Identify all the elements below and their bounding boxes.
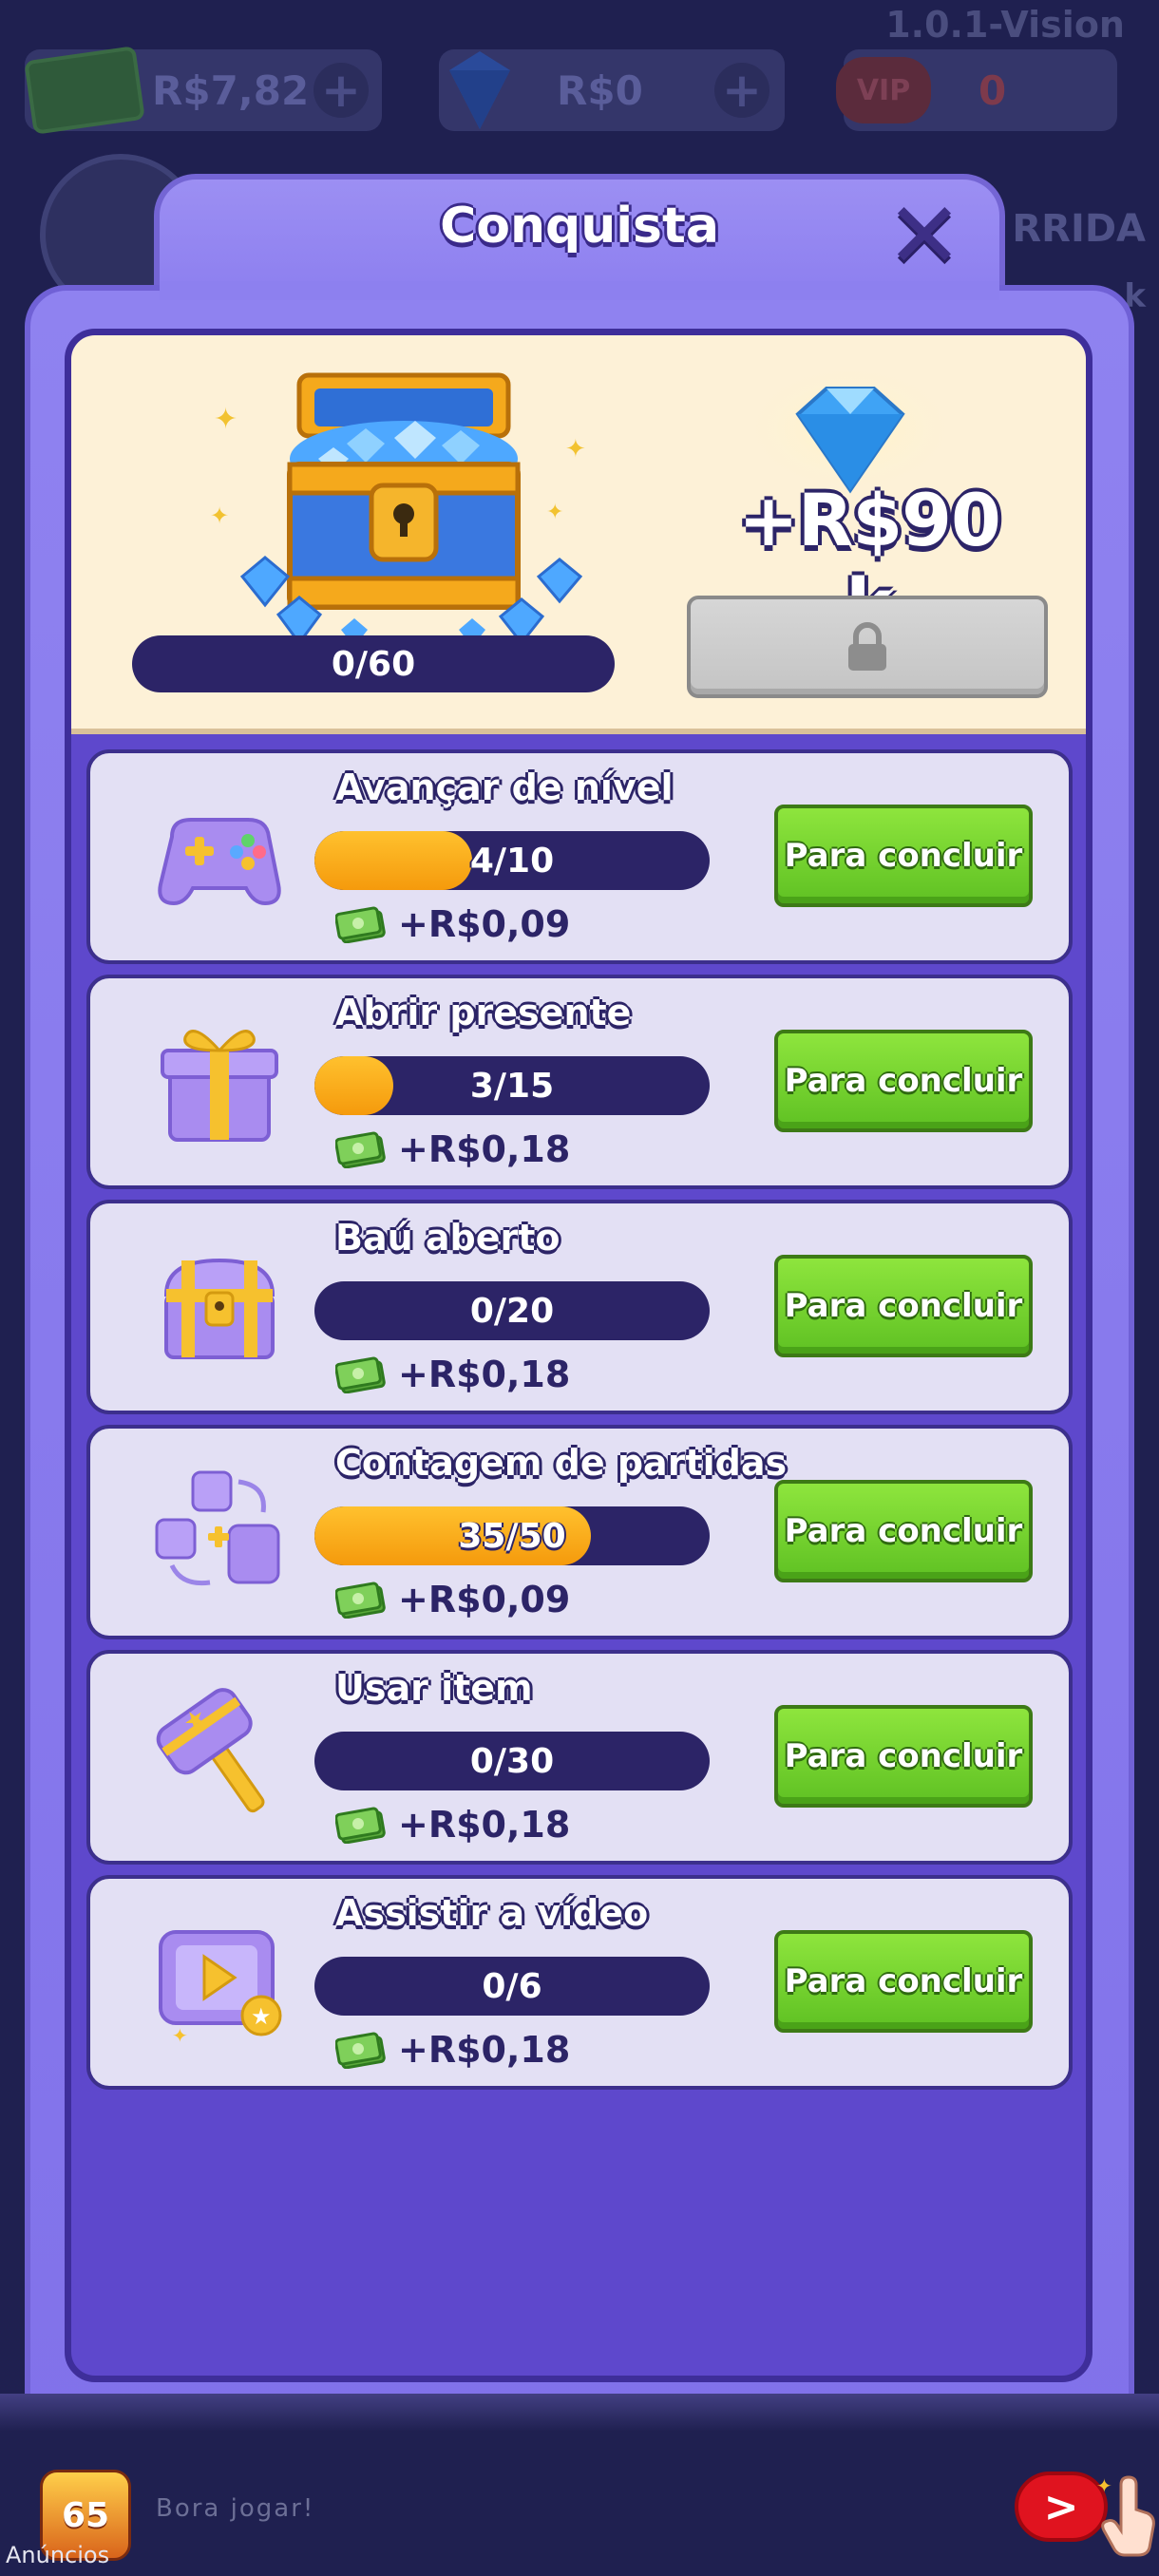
cash-balance-value: R$7,82	[152, 66, 310, 114]
pointer-hand-icon: ✦	[1096, 2474, 1155, 2557]
cash-icon	[335, 906, 386, 943]
milestone-reward-section: ✦ ✦ ✦ ✦ 0/60 +R$90	[71, 335, 1086, 734]
task-reward: +R$0,18	[335, 1800, 570, 1849]
task-card: ★ Usar item 0/30 +R$0,18 Para concluir	[86, 1650, 1073, 1865]
gem-balance-value: R$0	[557, 66, 643, 114]
vip-badge-icon: VIP	[836, 57, 931, 123]
svg-text:★: ★	[251, 2003, 272, 2030]
complete-task-button[interactable]: Para concluir	[774, 1930, 1033, 2033]
task-reward: +R$0,18	[335, 1125, 570, 1174]
gem-chest-icon: ✦ ✦ ✦ ✦	[210, 372, 586, 647]
task-progress-bar: 0/20	[314, 1281, 710, 1340]
task-progress-text: 0/30	[469, 1741, 555, 1781]
cash-stack-icon	[24, 46, 145, 135]
task-reward-amount: +R$0,18	[398, 1128, 571, 1170]
task-title: Avançar de nível	[335, 767, 674, 808]
task-progress-text: 35/50	[458, 1516, 566, 1556]
task-progress-text: 4/10	[469, 841, 555, 881]
vip-value: 0	[978, 66, 1007, 114]
task-card: Baú aberto 0/20 +R$0,18 Para concluir	[86, 1200, 1073, 1414]
complete-task-button[interactable]: Para concluir	[774, 805, 1033, 907]
task-reward-amount: +R$0,18	[398, 1804, 571, 1846]
task-progress-bar: 35/50	[314, 1506, 710, 1565]
svg-text:✦: ✦	[565, 435, 586, 464]
task-progress-text: 0/20	[469, 1291, 555, 1331]
task-card: Abrir presente 3/15 +R$0,18 Para conclui…	[86, 975, 1073, 1189]
cash-icon	[335, 2032, 386, 2069]
match-count-icon	[155, 1470, 280, 1586]
task-reward-amount: +R$0,18	[398, 1354, 571, 1395]
vip-badge-label: VIP	[856, 73, 911, 107]
ad-label: Anúncios	[6, 2542, 110, 2568]
task-progress-bar: 0/6	[314, 1957, 710, 2016]
dialog-tab-joint	[160, 281, 999, 300]
svg-text:✦: ✦	[214, 403, 238, 436]
complete-task-button[interactable]: Para concluir	[774, 1480, 1033, 1582]
task-reward: +R$0,09	[335, 900, 570, 949]
milestone-progress-bar: 0/60	[132, 635, 615, 692]
dialog-title: Conquista	[440, 198, 719, 255]
complete-task-button[interactable]: Para concluir	[774, 1705, 1033, 1808]
task-reward-amount: +R$0,09	[398, 903, 571, 945]
gem-icon	[449, 51, 510, 129]
svg-text:✦: ✦	[546, 501, 563, 524]
gamepad-icon	[158, 818, 281, 906]
svg-text:✦: ✦	[172, 2024, 188, 2047]
task-title: Abrir presente	[335, 992, 632, 1033]
task-title: Contagem de partidas	[335, 1442, 788, 1484]
svg-text:✦: ✦	[1096, 2474, 1112, 2497]
lock-icon	[848, 622, 886, 671]
close-icon: ✕	[885, 182, 963, 289]
cash-icon	[335, 1582, 386, 1619]
claim-reward-button-locked[interactable]	[687, 596, 1048, 698]
cash-icon	[335, 1356, 386, 1393]
task-title: Usar item	[335, 1667, 533, 1709]
chevron-right-icon: >	[1043, 2482, 1079, 2531]
task-reward: +R$0,18	[335, 1350, 570, 1399]
treasure-chest-icon	[163, 1258, 276, 1359]
task-reward-amount: +R$0,18	[398, 2029, 571, 2071]
ad-text: Bora jogar!	[156, 2494, 315, 2523]
task-reward-amount: +R$0,09	[398, 1579, 571, 1620]
task-progress-bar: 4/10	[314, 831, 710, 890]
task-card: Avançar de nível 4/10 +R$0,09 Para concl…	[86, 749, 1073, 964]
task-card: Contagem de partidas 35/50 +R$0,09 Para …	[86, 1425, 1073, 1639]
achievement-panel: ✦ ✦ ✦ ✦ 0/60 +R$90 Avançar de nível 4/10…	[65, 329, 1092, 2382]
close-button[interactable]: ✕	[884, 190, 965, 281]
task-reward: +R$0,09	[335, 1575, 570, 1624]
task-progress-text: 0/6	[482, 1966, 542, 2006]
complete-task-button[interactable]: Para concluir	[774, 1255, 1033, 1357]
cash-icon	[335, 1807, 386, 1844]
ad-banner-shadow	[0, 2394, 1159, 2432]
background-top-bar: 1.0.1-Vision R$7,82 + R$0 + 0 VIP	[0, 0, 1159, 190]
video-icon: ★ ✦	[159, 1930, 282, 2047]
task-progress-bar: 0/30	[314, 1732, 710, 1790]
svg-text:✦: ✦	[210, 502, 229, 529]
task-progress-bar: 3/15	[314, 1056, 710, 1115]
task-title: Assistir a vídeo	[335, 1892, 649, 1934]
complete-task-button[interactable]: Para concluir	[774, 1030, 1033, 1132]
hammer-icon: ★	[156, 1688, 265, 1813]
task-progress-text: 3/15	[469, 1066, 555, 1106]
task-title: Baú aberto	[335, 1217, 560, 1259]
task-reward: +R$0,18	[335, 2025, 570, 2074]
cash-icon	[335, 1131, 386, 1168]
gift-icon	[161, 1030, 278, 1142]
add-gems-icon: +	[714, 63, 770, 118]
task-card: ★ ✦ Assistir a vídeo 0/6 +R$0,18 Para co…	[86, 1875, 1073, 2090]
version-label: 1.0.1-Vision	[885, 4, 1125, 46]
add-cash-icon: +	[314, 63, 369, 118]
